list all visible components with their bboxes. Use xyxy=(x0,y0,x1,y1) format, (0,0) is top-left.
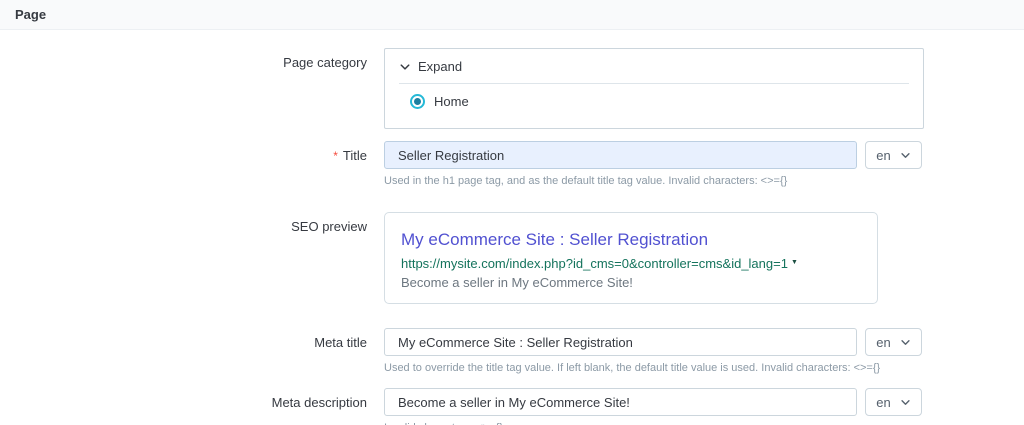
expand-label: Expand xyxy=(418,59,462,74)
meta-title-help-text: Used to override the title tag value. If… xyxy=(384,362,922,374)
chevron-down-icon xyxy=(900,397,911,408)
meta-title-label: Meta title xyxy=(0,328,384,350)
required-asterisk: * xyxy=(333,149,338,163)
chevron-down-icon xyxy=(900,150,911,161)
meta-title-row: Meta title en Used to override the title… xyxy=(0,328,1024,374)
panel-header: Page xyxy=(0,0,1024,30)
title-row: *Title en Used in the h1 page tag, and a… xyxy=(0,141,1024,187)
serp-title: My eCommerce Site : Seller Registration xyxy=(401,231,861,250)
page-category-row: Page category Expand Home xyxy=(0,48,1024,129)
serp-url: https://mysite.com/index.php?id_cms=0&co… xyxy=(401,255,861,273)
serp-preview-card: My eCommerce Site : Seller Registration … xyxy=(384,212,878,304)
panel-title: Page xyxy=(15,7,46,22)
chevron-down-icon xyxy=(399,61,411,73)
language-code: en xyxy=(876,395,890,410)
page-category-label: Page category xyxy=(0,48,384,70)
title-language-dropdown[interactable]: en xyxy=(865,141,922,169)
meta-description-language-dropdown[interactable]: en xyxy=(865,388,922,416)
serp-description: Become a seller in My eCommerce Site! xyxy=(401,274,861,292)
language-code: en xyxy=(876,335,890,350)
seo-preview-row: SEO preview My eCommerce Site : Seller R… xyxy=(0,212,1024,304)
title-help-text: Used in the h1 page tag, and as the defa… xyxy=(384,175,922,187)
meta-description-label: Meta description xyxy=(0,388,384,410)
meta-description-row: Meta description en Invalid characters: … xyxy=(0,388,1024,425)
radio-button-home[interactable] xyxy=(410,94,425,109)
expand-toggle[interactable]: Expand xyxy=(385,49,923,83)
meta-title-language-dropdown[interactable]: en xyxy=(865,328,922,356)
language-code: en xyxy=(876,148,890,163)
serp-dropdown-caret-icon: ▼ xyxy=(791,259,798,266)
category-option-home[interactable]: Home xyxy=(385,84,923,128)
page-category-tree: Expand Home xyxy=(384,48,924,129)
title-input[interactable] xyxy=(384,141,857,169)
meta-title-input[interactable] xyxy=(384,328,857,356)
chevron-down-icon xyxy=(900,337,911,348)
seo-preview-label: SEO preview xyxy=(0,212,384,234)
category-option-label: Home xyxy=(434,94,469,109)
title-label: *Title xyxy=(0,141,384,163)
meta-description-input[interactable] xyxy=(384,388,857,416)
